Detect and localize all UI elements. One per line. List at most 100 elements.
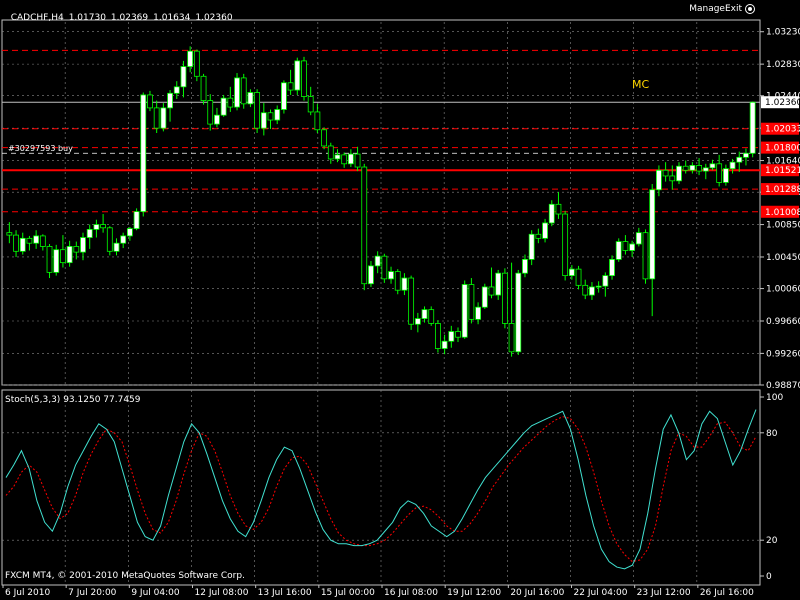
price-tag-label: 1.02033 <box>765 125 800 135</box>
candle-bearish <box>501 272 508 324</box>
candle-bullish <box>568 268 575 277</box>
candle-bullish <box>86 229 93 238</box>
candle-bearish <box>535 233 542 239</box>
candle-bearish <box>428 309 435 324</box>
chart-header: CADCHF,H4 1.01730 1.02369 1.01634 1.02360 <box>5 3 238 23</box>
candle-bearish <box>106 227 113 252</box>
time-axis-label: 7 Jul 20:00 <box>68 588 117 598</box>
candle-bullish <box>414 318 421 325</box>
candle-bearish <box>354 153 361 168</box>
candle-bearish <box>435 323 441 349</box>
candle-bullish <box>461 284 468 338</box>
price-axis-label: 0.99260 <box>766 349 800 359</box>
candle-bullish <box>589 286 595 296</box>
stoch-axis-label: 0 <box>766 572 772 582</box>
candle-bearish <box>39 235 46 247</box>
candle-bearish <box>73 246 80 253</box>
candle-bullish <box>368 265 374 285</box>
candle-bullish <box>126 228 133 237</box>
candle-bullish <box>736 156 743 163</box>
stoch-main-value: 93.1250 <box>63 395 101 405</box>
candle-bearish <box>301 60 307 97</box>
stoch-axis-label: 100 <box>766 393 783 403</box>
stoch-title: Stoch(5,3,3) <box>5 395 61 405</box>
candle-bullish <box>180 66 187 88</box>
time-axis-label: 19 Jul 12:00 <box>447 588 501 598</box>
candle-bullish <box>260 112 267 129</box>
candle-bullish <box>702 167 709 172</box>
candle-bullish <box>234 77 240 108</box>
candle-bearish <box>227 97 234 108</box>
candle-bullish <box>214 114 220 125</box>
candle-bullish <box>388 271 394 280</box>
time-axis-label: 26 Jul 16:00 <box>700 588 754 598</box>
candle-bullish <box>743 152 749 158</box>
chart-canvas[interactable]: 1.032301.028301.024401.020401.016401.012… <box>0 0 800 600</box>
candle-bearish <box>13 234 19 252</box>
candle-bullish <box>475 306 481 320</box>
candle-bullish <box>140 94 147 213</box>
candle-bearish <box>662 169 669 177</box>
candle-bearish <box>361 166 368 285</box>
low-value: 1.01634 <box>153 13 191 23</box>
stoch-signal-value: 77.7459 <box>103 395 141 405</box>
time-axis-label: 20 Jul 16:00 <box>510 588 564 598</box>
candle-bullish <box>281 82 287 110</box>
candle-bullish <box>421 309 428 319</box>
candle-bearish <box>488 286 495 296</box>
candle-bullish <box>19 237 26 252</box>
candle-bullish <box>548 203 555 224</box>
candle-bullish <box>66 246 73 264</box>
candle-bearish <box>100 224 106 229</box>
candle-bullish <box>709 163 716 169</box>
candle-bearish <box>642 232 649 280</box>
price-axis-label: 1.03230 <box>766 28 800 38</box>
candle-bullish <box>33 235 40 244</box>
candle-bullish <box>80 237 86 253</box>
stoch-axis-label: 80 <box>766 429 778 439</box>
price-tag-label: 1.01008 <box>765 208 800 218</box>
candle-bullish <box>722 168 729 183</box>
candle-bullish <box>689 165 696 171</box>
candle-bearish <box>287 82 294 91</box>
candle-bullish <box>274 109 281 121</box>
candle-bearish <box>622 241 629 251</box>
candle-bullish <box>515 272 522 353</box>
candle-bullish <box>602 275 609 287</box>
candle-bearish <box>508 323 515 353</box>
candle-bearish <box>254 92 261 129</box>
candle-bearish <box>327 145 334 160</box>
stoch-header: Stoch(5,3,3) 93.1250 77.7459 <box>5 395 141 405</box>
candle-bearish <box>341 154 348 165</box>
candle-bullish <box>401 277 408 291</box>
candle-bullish <box>528 233 535 260</box>
expert-advisor-label[interactable]: ManageExit <box>689 4 755 14</box>
candle-bullish <box>53 249 60 273</box>
candle-bearish <box>408 277 415 325</box>
candle-bullish <box>676 165 682 182</box>
candle-bearish <box>200 75 207 101</box>
candle-bullish <box>167 92 173 109</box>
candle-bearish <box>46 246 53 273</box>
candle-bearish <box>307 96 314 113</box>
current-price-label: 1.02360 <box>765 98 800 108</box>
candle-bullish <box>374 255 381 267</box>
candle-bearish <box>314 111 321 131</box>
smiley-icon <box>745 4 755 14</box>
candle-bearish <box>682 165 689 171</box>
candle-bullish <box>113 242 120 252</box>
candle-bullish <box>247 92 254 105</box>
candle-bearish <box>582 284 589 296</box>
time-axis-label: 6 Jul 2010 <box>5 588 50 598</box>
open-value: 1.01730 <box>68 13 106 23</box>
price-tag-label: 1.01800 <box>765 144 800 154</box>
price-axis-label: 0.98870 <box>766 381 800 391</box>
price-tag-label: 1.01288 <box>765 185 800 195</box>
candle-bullish <box>495 272 502 296</box>
candle-bullish <box>595 285 602 288</box>
time-axis-label: 16 Jul 08:00 <box>384 588 438 598</box>
candle-bullish <box>173 86 180 94</box>
candle-bearish <box>240 77 247 105</box>
candle-bullish <box>729 161 736 170</box>
candle-bullish <box>441 340 448 349</box>
